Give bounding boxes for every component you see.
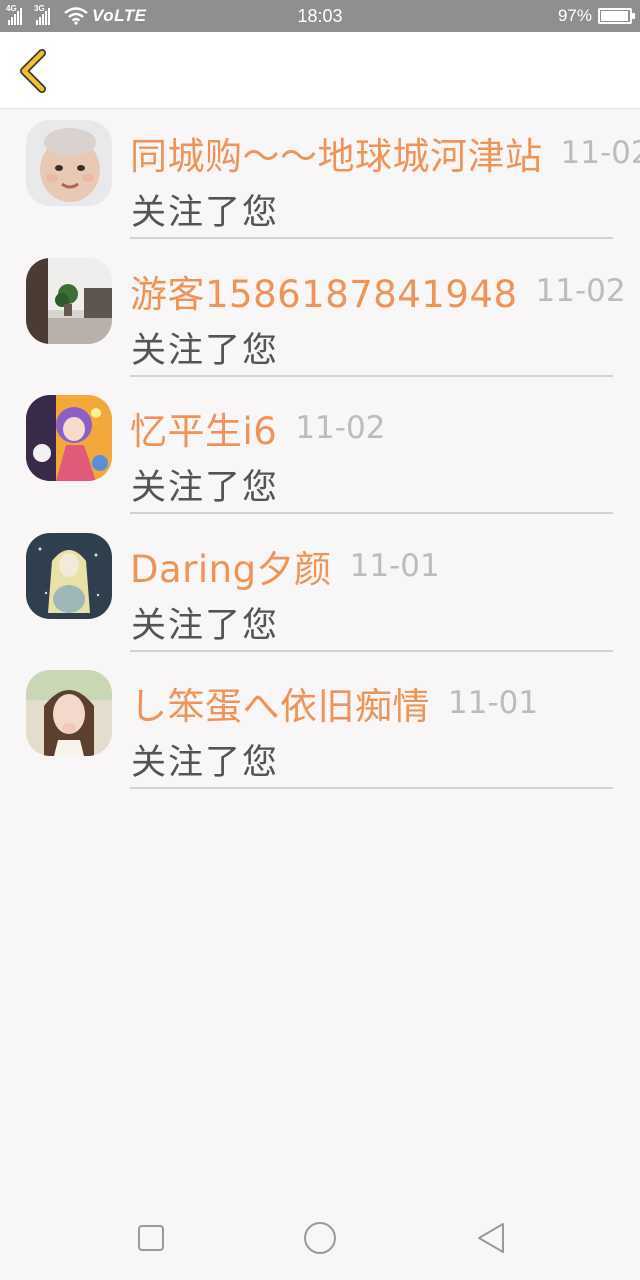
anime-illustration (26, 395, 112, 481)
divider (130, 374, 613, 377)
girl-photo (26, 670, 112, 756)
home-icon[interactable] (300, 1218, 340, 1258)
name-line: 同城购～～地球城河津站 11-02 (130, 128, 640, 178)
wifi-icon (64, 7, 88, 25)
name-line: し笨蛋へ依旧痴情 11-01 (130, 678, 640, 728)
list-item[interactable]: 忆平生i6 11-02 关注了您 (0, 385, 640, 523)
battery-percent: 97% (557, 6, 592, 25)
date: 11-01 (349, 547, 440, 584)
status-right: 97% (557, 0, 635, 32)
network-type-1: 4G (6, 4, 17, 13)
list-item[interactable]: 同城购～～地球城河津站 11-02 关注了您 (0, 110, 640, 248)
name-line: 忆平生i6 11-02 (130, 403, 640, 453)
back-icon[interactable] (471, 1218, 511, 1258)
user-name[interactable]: Daring夕颜 (130, 541, 332, 591)
avatar[interactable] (26, 670, 112, 756)
list-item[interactable]: Daring夕颜 11-01 关注了您 (0, 523, 640, 661)
user-name[interactable]: 游客1586187841948 (130, 266, 518, 316)
divider (130, 512, 613, 514)
volte-indicator: VoLTE (92, 6, 147, 25)
battery-fill (601, 11, 629, 21)
avatar[interactable] (26, 395, 112, 481)
user-name[interactable]: 忆平生i6 (130, 403, 277, 453)
avatar[interactable] (26, 257, 112, 344)
network-type-2: 3G (34, 4, 45, 13)
date: 11-02 (295, 410, 386, 446)
divider (130, 787, 613, 789)
anime-girl-illustration (26, 532, 112, 619)
baby-photo (26, 120, 112, 206)
action-text: 关注了您 (131, 743, 280, 783)
system-nav-bar (0, 1196, 640, 1280)
avatar[interactable] (26, 532, 112, 619)
list-item[interactable]: 游客1586187841948 11-02 关注了您 (0, 248, 640, 386)
app-header (0, 32, 640, 109)
status-left: 4G 3G VoLTE (0, 4, 240, 26)
divider (130, 649, 613, 652)
follower-list: 同城购～～地球城河津站 11-02 关注了您 游客1586187841948 1… (0, 110, 640, 798)
action-text: 关注了您 (131, 605, 280, 646)
date: 11-01 (448, 685, 539, 721)
user-name[interactable]: 同城购～～地球城河津站 (130, 128, 543, 178)
action-text: 关注了您 (131, 193, 280, 233)
divider (130, 237, 613, 239)
action-text: 关注了您 (131, 330, 280, 371)
avatar[interactable] (26, 120, 112, 206)
room-photo (26, 257, 112, 344)
back-button[interactable] (14, 48, 54, 94)
date: 11-02 (560, 135, 640, 171)
action-text: 关注了您 (131, 468, 280, 508)
name-line: Daring夕颜 11-01 (130, 541, 640, 591)
recent-apps-icon[interactable] (131, 1218, 171, 1258)
status-bar: 4G 3G VoLTE 18:03 97% (0, 0, 640, 32)
user-name[interactable]: し笨蛋へ依旧痴情 (130, 678, 430, 728)
battery-icon (598, 8, 635, 24)
signal-icon: 3G (34, 4, 54, 25)
signal-icon: 4G (6, 4, 26, 25)
list-item[interactable]: し笨蛋へ依旧痴情 11-01 关注了您 (0, 660, 640, 798)
name-line: 游客1586187841948 11-02 (130, 266, 640, 316)
date: 11-02 (535, 272, 626, 309)
